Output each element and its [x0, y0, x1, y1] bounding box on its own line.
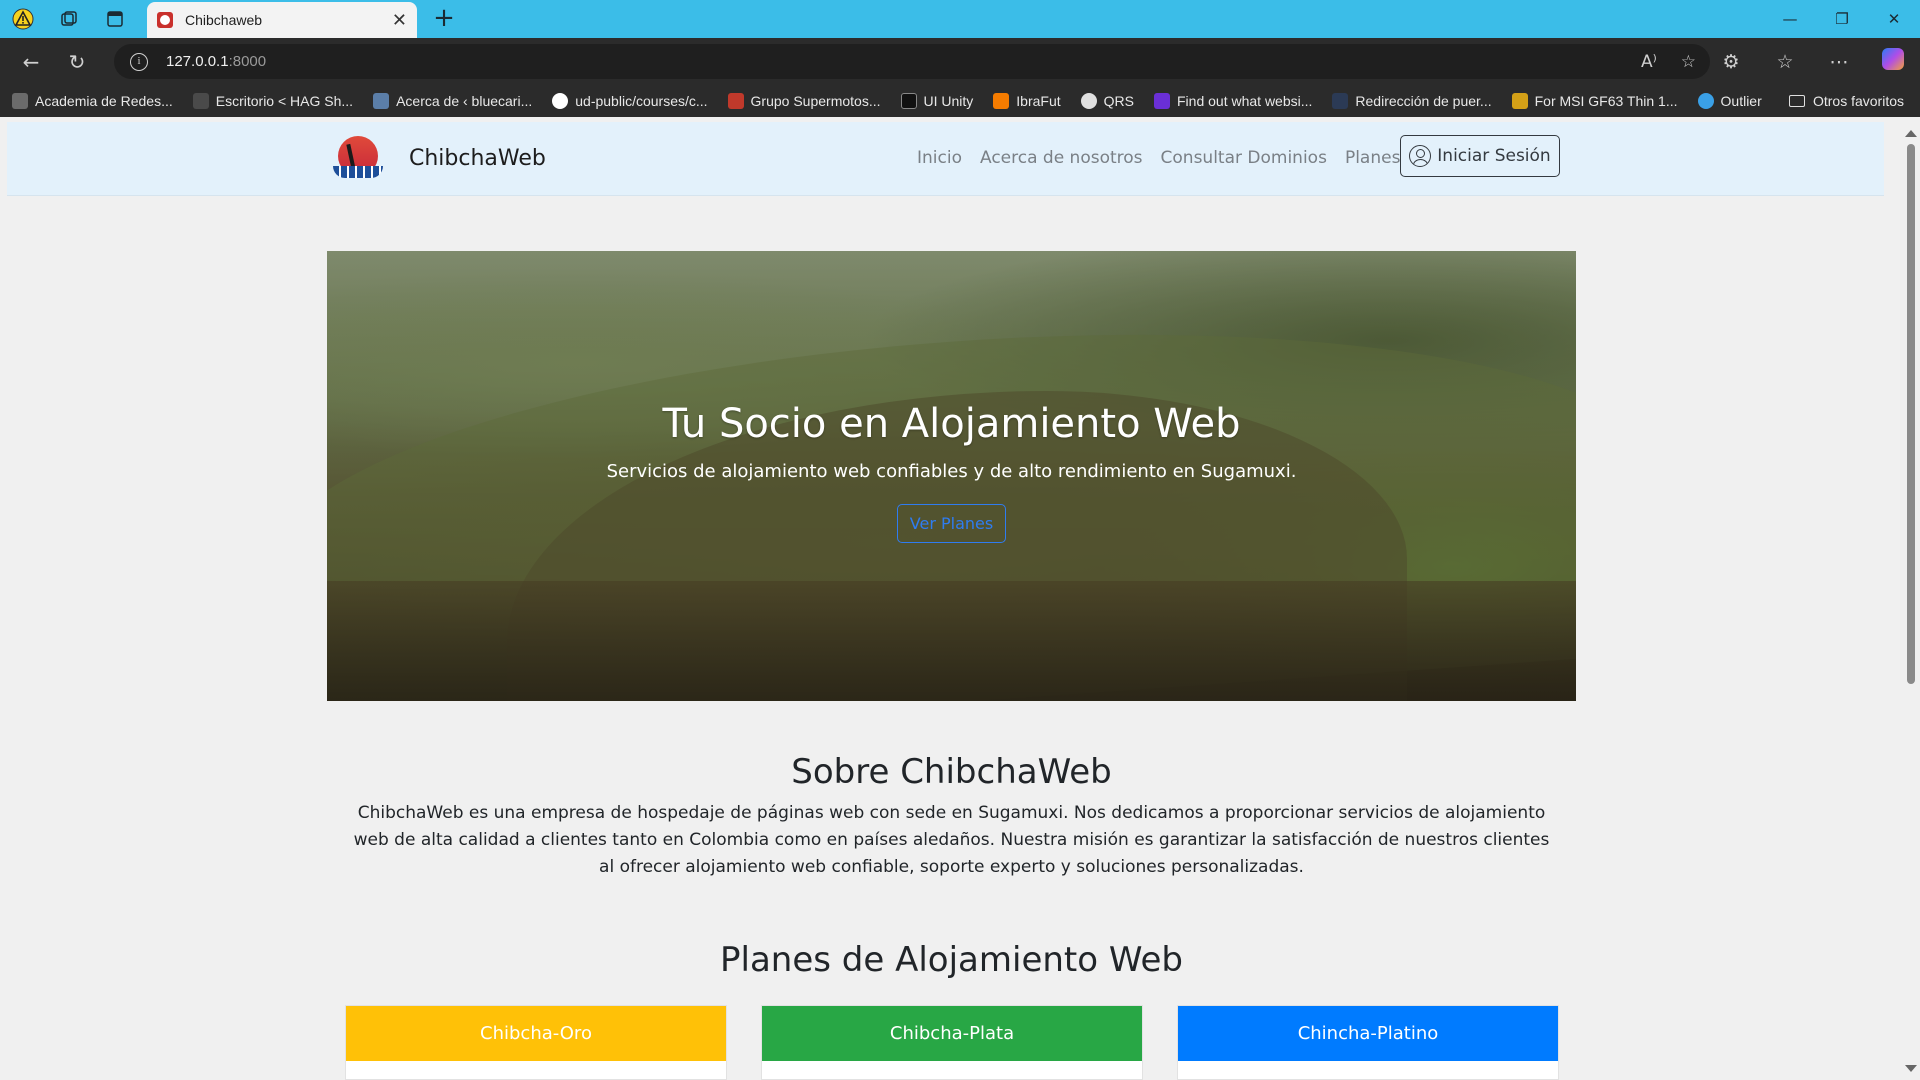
brand-name: ChibchaWeb — [409, 145, 546, 171]
bookmark-item[interactable]: Academia de Redes... — [12, 93, 173, 109]
login-label: Iniciar Sesión — [1437, 146, 1551, 166]
scroll-down-icon[interactable] — [1905, 1065, 1917, 1072]
page-scrollbar[interactable] — [1902, 122, 1920, 1080]
bookmark-item[interactable]: QRS — [1080, 93, 1134, 109]
user-circle-icon — [1409, 145, 1432, 167]
bookmark-item[interactable]: Acerca de ‹ bluecari... — [373, 93, 532, 109]
tab-title: Chibchaweb — [185, 12, 263, 28]
hero-banner: Tu Socio en Alojamiento Web Servicios de… — [327, 251, 1576, 701]
plan-header: Chibcha-Plata — [762, 1006, 1142, 1061]
restore-icon[interactable]: ❐ — [1816, 0, 1868, 38]
nav-link-acerca[interactable]: Acerca de nosotros — [980, 148, 1143, 168]
brand[interactable]: ChibchaWeb — [327, 134, 546, 182]
favorite-star-icon[interactable]: ☆ — [1681, 52, 1696, 72]
brand-logo-icon — [327, 134, 389, 182]
site-navbar: ChibchaWeb Inicio Acerca de nosotros Con… — [7, 122, 1884, 196]
nav-links: Inicio Acerca de nosotros Consultar Domi… — [917, 148, 1400, 168]
bookmark-item[interactable]: Redirección de puer... — [1332, 93, 1492, 109]
address-row: ← ↻ i 127.0.0.1:8000 A⁾ ☆ ⚙ ☆ ⋯ — [0, 38, 1920, 85]
bookmarks-bar: Academia de Redes... Escritorio < HAG Sh… — [0, 85, 1920, 117]
about-text: ChibchaWeb es una empresa de hospedaje d… — [353, 803, 1550, 877]
bookmark-item[interactable]: Grupo Supermotos... — [727, 93, 881, 109]
nav-link-dominios[interactable]: Consultar Dominios — [1161, 148, 1327, 168]
bookmark-item[interactable]: ud-public/courses/c... — [552, 93, 708, 109]
close-window-icon[interactable]: ✕ — [1868, 0, 1920, 38]
more-menu-icon[interactable]: ⋯ — [1812, 51, 1866, 73]
tab-chibchaweb[interactable]: Chibchaweb ✕ — [147, 2, 417, 38]
tab-close-icon[interactable]: ✕ — [392, 10, 407, 31]
bookmark-item[interactable]: Find out what websi... — [1154, 93, 1312, 109]
scroll-up-icon[interactable] — [1905, 130, 1917, 137]
new-tab-button[interactable]: + — [428, 3, 460, 33]
window-controls: — ❐ ✕ — [1764, 0, 1920, 38]
bookmark-item[interactable]: Outlier — [1697, 93, 1762, 109]
vertical-tabs-icon[interactable] — [92, 0, 138, 38]
about-section: Sobre ChibchaWeb ChibchaWeb es una empre… — [327, 752, 1576, 881]
plan-card-platino[interactable]: Chincha-Platino — [1177, 1005, 1559, 1080]
extensions-icon[interactable]: ⚙ — [1704, 51, 1758, 73]
address-bar[interactable]: i 127.0.0.1:8000 A⁾ ☆ — [114, 44, 1710, 79]
bookmark-item[interactable]: UI Unity — [900, 93, 973, 109]
nav-link-inicio[interactable]: Inicio — [917, 148, 962, 168]
bookmark-item[interactable]: IbraFut — [993, 93, 1061, 109]
favorites-icon[interactable]: ☆ — [1758, 51, 1812, 73]
about-title: Sobre ChibchaWeb — [791, 752, 1112, 792]
url-host: 127.0.0.1 — [166, 53, 229, 70]
site-favicon-icon — [157, 12, 173, 28]
back-icon[interactable]: ← — [8, 42, 54, 82]
plans-grid: Chibcha-Oro Chibcha-Plata Chincha-Platin… — [345, 1005, 1565, 1080]
plan-header: Chincha-Platino — [1178, 1006, 1558, 1061]
page-viewport: ChibchaWeb Inicio Acerca de nosotros Con… — [7, 122, 1902, 1080]
plan-card-oro[interactable]: Chibcha-Oro — [345, 1005, 727, 1080]
read-aloud-icon[interactable]: A⁾ — [1641, 52, 1657, 72]
workspaces-icon[interactable] — [46, 0, 92, 38]
profile-warning-icon[interactable] — [0, 0, 46, 38]
bookmark-item[interactable]: Escritorio < HAG Sh... — [192, 93, 353, 109]
bookmark-item[interactable]: For MSI GF63 Thin 1... — [1511, 93, 1678, 109]
other-favorites-folder[interactable]: Otros favoritos — [1788, 85, 1904, 117]
hero-title: Tu Socio en Alojamiento Web — [662, 401, 1241, 447]
url-port: :8000 — [228, 53, 267, 70]
hero-content: Tu Socio en Alojamiento Web Servicios de… — [327, 401, 1576, 543]
plan-header: Chibcha-Oro — [346, 1006, 726, 1061]
login-button[interactable]: Iniciar Sesión — [1400, 135, 1560, 177]
reload-icon[interactable]: ↻ — [54, 42, 100, 82]
view-plans-button[interactable]: Ver Planes — [896, 504, 1007, 543]
scroll-thumb[interactable] — [1907, 144, 1915, 684]
site-info-icon[interactable]: i — [130, 52, 148, 71]
copilot-icon[interactable] — [1866, 48, 1920, 75]
plans-title: Planes de Alojamiento Web — [720, 940, 1183, 980]
plan-card-plata[interactable]: Chibcha-Plata — [761, 1005, 1143, 1080]
folder-icon — [1788, 95, 1805, 107]
nav-link-planes[interactable]: Planes — [1345, 148, 1400, 168]
minimize-icon[interactable]: — — [1764, 0, 1816, 38]
hero-subtitle: Servicios de alojamiento web confiables … — [606, 461, 1297, 482]
